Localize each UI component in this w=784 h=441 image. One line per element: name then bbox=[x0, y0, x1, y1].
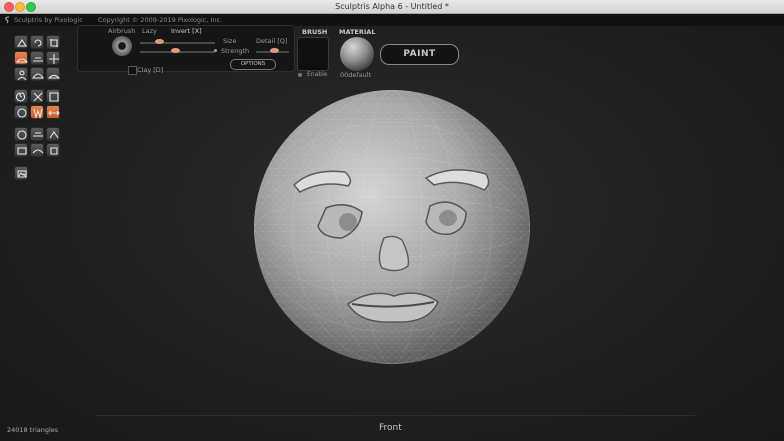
lazy-toggle[interactable]: Lazy bbox=[142, 27, 157, 35]
brush-label: BRUSH bbox=[302, 28, 328, 36]
pinch-icon bbox=[48, 74, 60, 79]
title-bar: Sculptris Alpha 6 - Untitled * bbox=[0, 0, 784, 14]
sphere-tool-button[interactable] bbox=[14, 127, 28, 141]
enable-indicator[interactable] bbox=[298, 73, 302, 77]
flatten-tool-button[interactable] bbox=[30, 51, 44, 65]
image-tool-button[interactable] bbox=[14, 166, 28, 180]
detail-label: Detail [Q] bbox=[256, 37, 288, 45]
circle-icon bbox=[17, 108, 27, 118]
move-tool-button[interactable] bbox=[46, 51, 60, 65]
scissors-tool-button[interactable] bbox=[30, 89, 44, 103]
clay-label: Clay [D] bbox=[137, 66, 164, 74]
flatten-icon bbox=[33, 57, 43, 62]
rotate-tool-button[interactable] bbox=[30, 35, 44, 49]
spiral-icon bbox=[16, 92, 26, 102]
app-name: Sculptris by Pixologic bbox=[14, 16, 83, 24]
swap-tool-button[interactable] bbox=[46, 105, 60, 119]
reduce-tool-button[interactable] bbox=[14, 143, 28, 157]
draw-icon bbox=[16, 58, 28, 63]
floor-line bbox=[95, 415, 695, 416]
sculptris-logo-icon bbox=[5, 16, 10, 24]
user-tool-button[interactable] bbox=[14, 67, 28, 81]
crease-icon bbox=[49, 131, 59, 139]
plane-icon bbox=[33, 132, 43, 137]
move-icon bbox=[49, 54, 59, 64]
select-tool-button[interactable] bbox=[46, 143, 60, 157]
airbrush-toggle[interactable]: Airbrush bbox=[108, 27, 135, 35]
sculpted-sphere[interactable] bbox=[252, 88, 532, 366]
symmetry-icon bbox=[33, 108, 43, 119]
pinch-tool-button[interactable] bbox=[46, 67, 60, 81]
material-name: 00default bbox=[340, 71, 372, 79]
brush-falloff-icon[interactable] bbox=[112, 36, 132, 56]
view-label: Front bbox=[379, 423, 402, 433]
crop-tool-button[interactable] bbox=[46, 35, 60, 49]
swap-icon bbox=[48, 110, 60, 116]
size-slider-handle[interactable] bbox=[155, 39, 164, 44]
user-icon bbox=[17, 70, 27, 81]
triangle-count: 24018 triangles bbox=[7, 426, 59, 434]
rotate-icon bbox=[34, 39, 42, 47]
inflate-icon bbox=[32, 73, 44, 79]
smooth-icon bbox=[32, 149, 44, 154]
paint-button[interactable]: PAINT bbox=[380, 44, 459, 65]
invert-toggle[interactable]: Invert [X] bbox=[171, 27, 202, 35]
sphere-icon bbox=[17, 130, 27, 140]
symmetry-tool-button[interactable] bbox=[30, 105, 44, 119]
crease-tool-button[interactable] bbox=[46, 127, 60, 141]
mask-tool-button[interactable] bbox=[46, 89, 60, 103]
select-icon bbox=[50, 147, 58, 155]
draw-tool-button[interactable] bbox=[14, 51, 28, 65]
strength-slider-handle[interactable] bbox=[171, 48, 180, 53]
size-label: Size bbox=[223, 37, 237, 45]
size-slider[interactable] bbox=[140, 42, 215, 44]
smooth-tool-button[interactable] bbox=[30, 143, 44, 157]
window-title: Sculptris Alpha 6 - Untitled * bbox=[335, 2, 449, 11]
brush-alpha-slot[interactable] bbox=[297, 37, 329, 71]
reduce-icon bbox=[17, 147, 27, 155]
material-label: MATERIAL bbox=[339, 28, 376, 36]
grab-tool-button[interactable] bbox=[14, 35, 28, 49]
strength-indicator-dot bbox=[214, 49, 217, 52]
plane-tool-button[interactable] bbox=[30, 127, 44, 141]
crop-icon bbox=[50, 39, 58, 47]
image-icon bbox=[17, 170, 27, 178]
enable-label: Enable bbox=[307, 71, 328, 78]
strength-label: Strength bbox=[221, 47, 250, 55]
inflate-tool-button[interactable] bbox=[30, 67, 44, 81]
clay-checkbox[interactable] bbox=[128, 66, 137, 75]
scissors-icon bbox=[33, 92, 43, 102]
spiral-tool-button[interactable] bbox=[14, 89, 28, 103]
detail-slider-handle[interactable] bbox=[270, 48, 279, 53]
grab-icon bbox=[16, 39, 28, 47]
material-sphere[interactable] bbox=[340, 37, 374, 71]
mask-icon bbox=[49, 92, 59, 102]
options-button[interactable]: OPTIONS bbox=[230, 59, 276, 70]
circle-tool-button[interactable] bbox=[14, 105, 28, 119]
